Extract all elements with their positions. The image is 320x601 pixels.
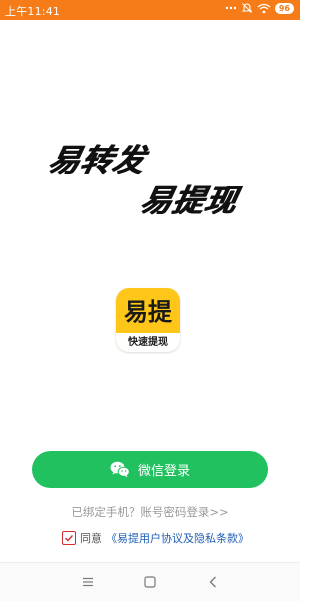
user-agreement-link[interactable]: 《易提用户协议及隐私条款》 bbox=[106, 530, 249, 546]
system-navigation-bar bbox=[0, 562, 300, 601]
phone-password-login-link[interactable]: 已绑定手机？账号密码登录>> bbox=[0, 504, 300, 520]
slogan-line-1: 易转发 bbox=[45, 143, 150, 179]
back-icon[interactable] bbox=[205, 574, 221, 590]
status-icons: 96 bbox=[225, 2, 294, 14]
battery-icon: 96 bbox=[274, 2, 294, 14]
agreement-prefix: 同意 bbox=[80, 532, 102, 545]
more-dots-icon bbox=[225, 3, 237, 13]
home-icon[interactable] bbox=[142, 574, 158, 590]
hero-slogan: 易转发 易提现 bbox=[0, 135, 300, 225]
wifi-icon bbox=[257, 3, 271, 14]
app-logo-subtitle: 快速提现 bbox=[116, 333, 180, 352]
status-bar: 上午11:41 96 bbox=[0, 0, 300, 20]
app-logo-title: 易提 bbox=[124, 298, 172, 326]
menu-icon[interactable] bbox=[80, 574, 96, 590]
app-logo: 易提 快速提现 bbox=[116, 288, 180, 352]
wechat-login-label: 微信登录 bbox=[137, 464, 190, 479]
agreement-checkbox[interactable] bbox=[62, 531, 76, 545]
checkmark-icon bbox=[65, 535, 74, 542]
wechat-icon bbox=[110, 461, 130, 478]
slogan-line-2: 易提现 bbox=[137, 183, 242, 219]
status-time: 上午11:41 bbox=[5, 5, 61, 18]
agreement-row: 同意 《易提用户协议及隐私条款》 bbox=[62, 529, 249, 547]
alarm-off-icon bbox=[241, 2, 253, 14]
wechat-login-button[interactable]: 微信登录 bbox=[32, 451, 268, 488]
